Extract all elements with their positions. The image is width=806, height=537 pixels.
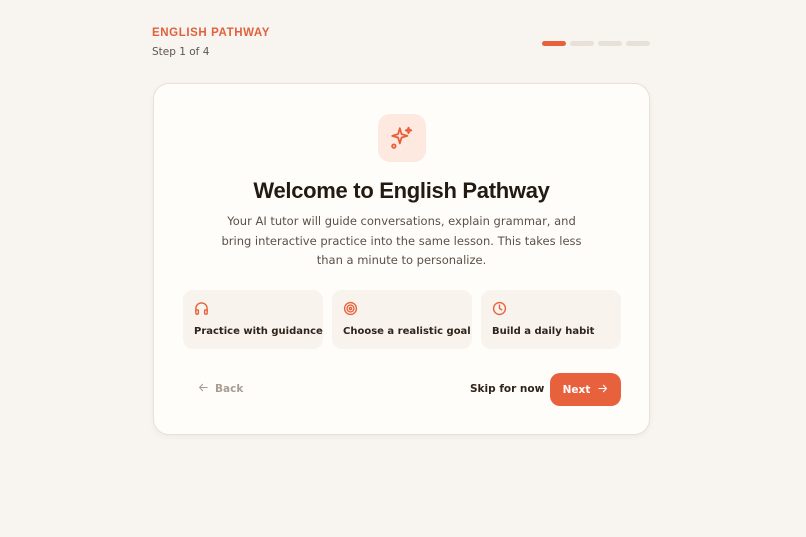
feature-list: Practice with guidance Choose a realisti… xyxy=(183,290,621,349)
feature-label: Build a daily habit xyxy=(492,326,595,337)
back-label: Back xyxy=(215,383,244,395)
welcome-title: Welcome to English Pathway xyxy=(253,178,550,203)
feature-goal: Choose a realistic goal xyxy=(332,290,472,349)
next-button[interactable]: Next xyxy=(550,373,621,406)
progress-segment-1 xyxy=(542,41,566,46)
progress-segment-4 xyxy=(626,41,650,46)
clock-icon xyxy=(492,301,610,318)
welcome-description: Your AI tutor will guide conversations, … xyxy=(221,214,582,267)
back-button[interactable]: Back xyxy=(198,382,243,396)
headphones-icon xyxy=(194,301,312,318)
skip-button[interactable]: Skip for now xyxy=(470,383,544,395)
step-indicator: Step 1 of 4 xyxy=(152,46,210,58)
progress-segment-2 xyxy=(570,41,594,46)
sparkles-icon xyxy=(378,114,426,162)
feature-label: Choose a realistic goal xyxy=(343,326,471,337)
onboarding-header: ENGLISH PATHWAY Step 1 of 4 xyxy=(152,27,650,61)
arrow-left-icon xyxy=(198,382,209,396)
progress-segment-3 xyxy=(598,41,622,46)
arrow-right-icon xyxy=(597,383,608,397)
target-icon xyxy=(343,301,461,318)
feature-label: Practice with guidance xyxy=(194,326,323,337)
brand-label: ENGLISH PATHWAY xyxy=(152,27,271,39)
feature-practice: Practice with guidance xyxy=(183,290,323,349)
next-label: Next xyxy=(562,383,591,396)
step-progress xyxy=(542,41,650,46)
feature-habit: Build a daily habit xyxy=(481,290,621,349)
welcome-card: Welcome to English Pathway Your AI tutor… xyxy=(153,83,650,435)
